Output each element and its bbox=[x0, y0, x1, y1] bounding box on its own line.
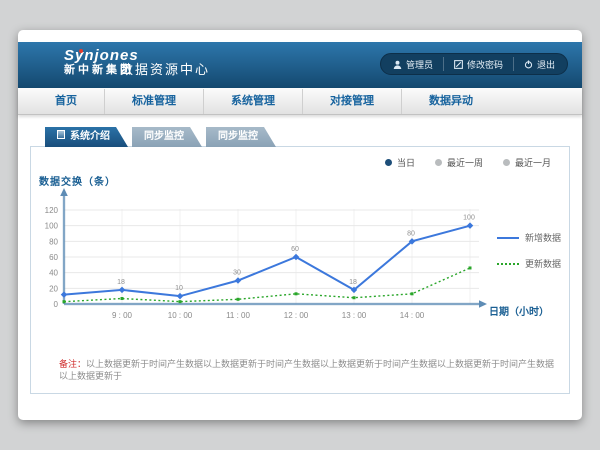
svg-text:18: 18 bbox=[117, 279, 125, 286]
logout-button[interactable]: 退出 bbox=[513, 57, 565, 71]
user-icon bbox=[393, 60, 402, 69]
chart-legend: 新增数据更新数据 bbox=[497, 231, 561, 270]
chart-panel: 当日最近一周最近一月 数据交换（条） 0204060801001209 : 00… bbox=[30, 146, 570, 394]
change-password-label: 修改密码 bbox=[467, 58, 503, 71]
note-prefix: 备注： bbox=[59, 359, 86, 369]
legend-item-1: 更新数据 bbox=[497, 257, 561, 270]
line-chart: 0 20 40 60 80 100 120 9 : 00 10 : 00 11 : 00 12 : … bbox=[31, 147, 569, 393]
tab-2[interactable]: 同步监控 bbox=[206, 127, 276, 147]
legend-label: 新增数据 bbox=[525, 231, 561, 244]
tab-label: 同步监控 bbox=[218, 131, 258, 142]
user-name: 管理员 bbox=[406, 58, 433, 71]
svg-text:80: 80 bbox=[407, 230, 415, 237]
tab-label: 系统介绍 bbox=[70, 131, 110, 142]
svg-text:40: 40 bbox=[49, 269, 58, 278]
app-window: Synjones 新中新集团 数据资源中心 管理员 修改密码 退出 首页标准 bbox=[18, 30, 582, 420]
logo-accent-dot bbox=[79, 49, 83, 53]
svg-text:0: 0 bbox=[54, 300, 59, 309]
svg-text:11 : 00: 11 : 00 bbox=[226, 311, 250, 320]
nav-item-3[interactable]: 对接管理 bbox=[302, 89, 401, 114]
note-text: 以上数据更新于时间产生数据以上数据更新于时间产生数据以上数据更新于时间产生数据以… bbox=[59, 359, 554, 381]
svg-text:12 : 00: 12 : 00 bbox=[284, 311, 309, 320]
power-icon bbox=[524, 60, 533, 69]
svg-text:18: 18 bbox=[349, 279, 357, 286]
nav-item-2[interactable]: 系统管理 bbox=[203, 89, 302, 114]
nav-item-4[interactable]: 数据异动 bbox=[401, 89, 500, 114]
svg-text:60: 60 bbox=[49, 253, 58, 262]
svg-text:10: 10 bbox=[175, 285, 183, 292]
legend-swatch-icon bbox=[497, 237, 519, 239]
legend-item-0: 新增数据 bbox=[497, 231, 561, 244]
tab-0[interactable]: 系统介绍 bbox=[45, 127, 128, 147]
svg-text:9 : 00: 9 : 00 bbox=[112, 311, 133, 320]
document-icon bbox=[57, 130, 65, 139]
svg-text:120: 120 bbox=[45, 206, 59, 215]
svg-text:30: 30 bbox=[233, 270, 241, 277]
main-nav: 首页标准管理系统管理对接管理数据异动 bbox=[18, 88, 582, 115]
app-header: Synjones 新中新集团 数据资源中心 管理员 修改密码 退出 bbox=[18, 42, 582, 88]
edit-icon bbox=[454, 60, 463, 69]
svg-text:20: 20 bbox=[49, 284, 58, 293]
x-axis-title: 日期（小时） bbox=[489, 303, 549, 318]
tab-1[interactable]: 同步监控 bbox=[132, 127, 202, 147]
svg-text:14 : 00: 14 : 00 bbox=[400, 311, 425, 320]
svg-text:60: 60 bbox=[291, 246, 299, 253]
svg-text:13 : 00: 13 : 00 bbox=[342, 311, 367, 320]
footer-note: 备注：以上数据更新于时间产生数据以上数据更新于时间产生数据以上数据更新于时间产生… bbox=[59, 358, 555, 382]
page-title: 数据资源中心 bbox=[120, 59, 210, 78]
nav-item-1[interactable]: 标准管理 bbox=[104, 89, 203, 114]
svg-text:100: 100 bbox=[45, 222, 59, 231]
logout-label: 退出 bbox=[537, 58, 555, 71]
change-password-button[interactable]: 修改密码 bbox=[443, 57, 513, 71]
svg-text:10 : 00: 10 : 00 bbox=[168, 311, 193, 320]
svg-text:100: 100 bbox=[463, 215, 475, 222]
legend-label: 更新数据 bbox=[525, 257, 561, 270]
desktop-background: Synjones 新中新集团 数据资源中心 管理员 修改密码 退出 首页标准 bbox=[0, 0, 600, 450]
svg-text:80: 80 bbox=[49, 237, 58, 246]
tab-bar: 系统介绍 同步监控 同步监控 bbox=[45, 127, 276, 147]
user-menu[interactable]: 管理员 bbox=[383, 57, 443, 71]
tab-label: 同步监控 bbox=[144, 131, 184, 142]
legend-swatch-icon bbox=[497, 263, 519, 265]
nav-item-0[interactable]: 首页 bbox=[28, 89, 104, 114]
user-toolbar: 管理员 修改密码 退出 bbox=[380, 53, 568, 75]
